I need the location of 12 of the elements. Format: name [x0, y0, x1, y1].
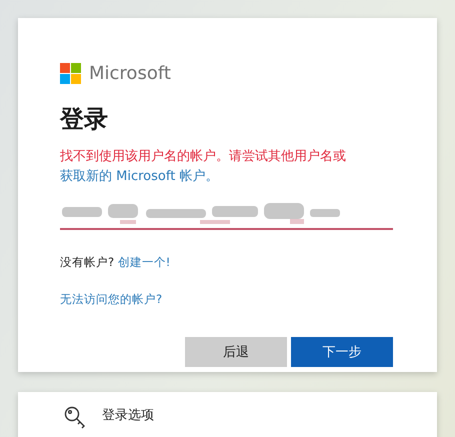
error-message: 找不到使用该用户名的帐户。请尝试其他用户名或 获取新的 Microsoft 帐户。: [60, 148, 347, 186]
no-account-text: 没有帐户?: [60, 255, 114, 269]
get-account-link[interactable]: 获取新的 Microsoft 帐户。: [60, 168, 218, 184]
sign-in-options-label[interactable]: 登录选项: [102, 406, 154, 426]
key-icon: [64, 406, 86, 430]
logo-text: Microsoft: [89, 62, 171, 86]
create-account-link[interactable]: 创建一个!: [118, 255, 170, 269]
page-title: 登录: [60, 104, 109, 135]
cant-access-link[interactable]: 无法访问您的帐户?: [60, 292, 162, 306]
next-button[interactable]: 下一步: [291, 336, 393, 366]
back-button[interactable]: 后退: [185, 336, 287, 366]
microsoft-logo-icon: [60, 63, 81, 84]
